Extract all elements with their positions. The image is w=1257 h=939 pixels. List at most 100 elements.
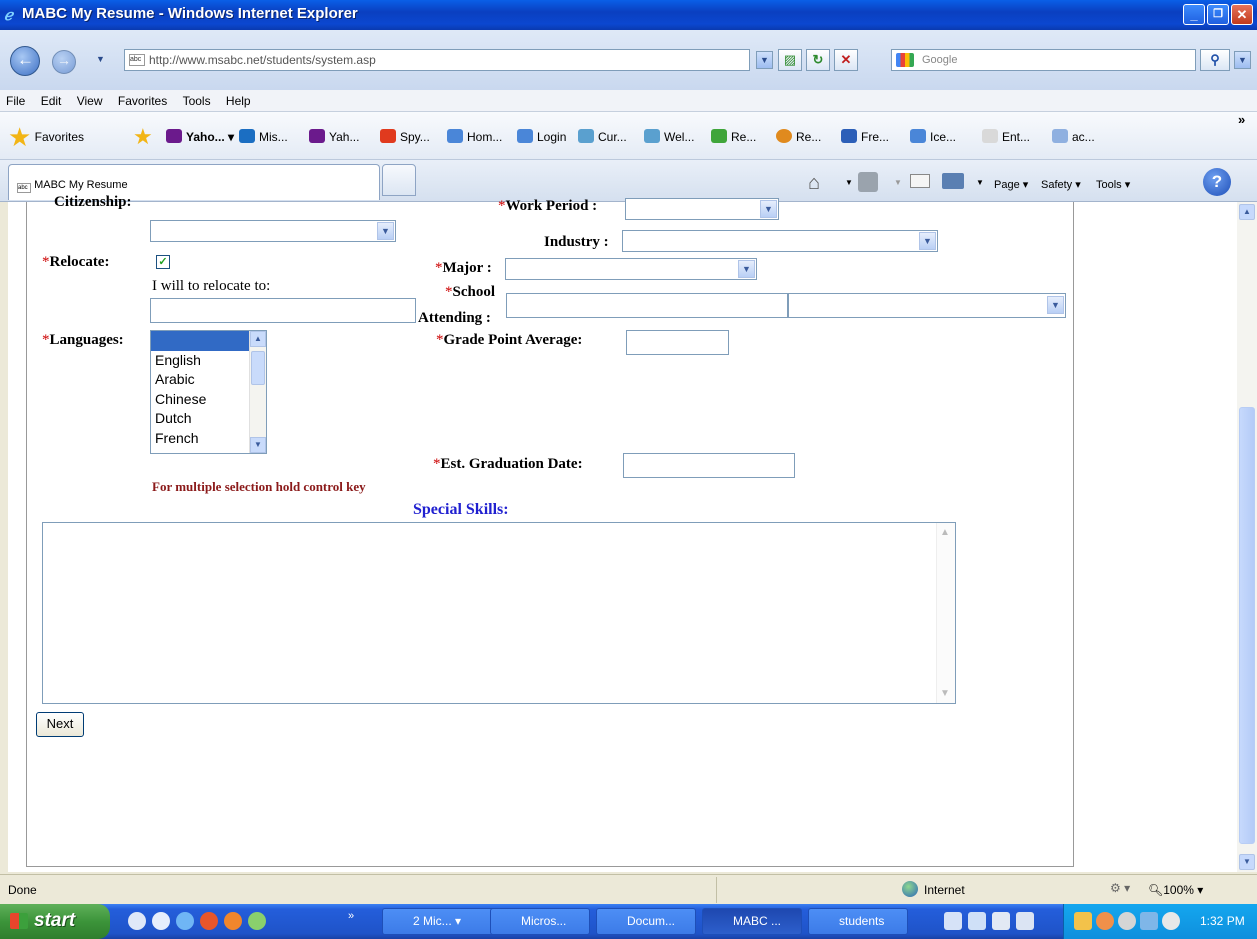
industry-select[interactable]: ▼	[622, 230, 938, 252]
fav-item-ice[interactable]: Ice...	[910, 129, 956, 144]
gpa-input[interactable]	[626, 330, 729, 355]
ie-page-icon	[517, 129, 533, 143]
menu-help[interactable]: Help	[220, 90, 257, 108]
quicklaunch-overflow-icon[interactable]: »	[348, 910, 354, 922]
tray-icon[interactable]	[1074, 912, 1092, 930]
search-button[interactable]: ⚲	[1200, 49, 1230, 71]
refresh-button[interactable]: ↻	[806, 49, 830, 71]
graduation-input[interactable]	[623, 453, 795, 478]
page-scrollbar[interactable]: ▲ ▼	[1237, 202, 1257, 872]
zoom-control[interactable]: 🔍︎100% ▾	[1148, 883, 1203, 897]
tray-icon[interactable]	[1140, 912, 1158, 930]
forward-button[interactable]: →	[52, 50, 76, 74]
next-button[interactable]: Next	[36, 712, 84, 737]
menu-view[interactable]: View	[71, 90, 109, 108]
page-menu[interactable]: Page ▾	[994, 178, 1028, 191]
print-icon[interactable]	[942, 173, 964, 189]
compat-view-icon: ▨	[783, 52, 797, 67]
help-icon[interactable]: ?	[1203, 168, 1231, 196]
minimize-button[interactable]: _	[1183, 4, 1205, 25]
relocate-checkbox[interactable]: ✓	[156, 255, 170, 269]
address-dropdown[interactable]: ▼	[756, 51, 773, 69]
zone-text: Internet	[924, 883, 965, 897]
taskbar-item-active[interactable]: MABC ...	[702, 908, 802, 935]
fav-item-wel[interactable]: Wel...	[644, 129, 694, 144]
rss-feed-icon[interactable]	[858, 172, 878, 192]
fav-item-yahoo[interactable]: Yaho... ▾	[166, 129, 234, 144]
taskbar-item[interactable]: 2 Mic... ▾	[382, 908, 502, 935]
fav-item-yah[interactable]: Yah...	[309, 129, 359, 144]
fav-item-hom[interactable]: Hom...	[447, 129, 502, 144]
school-select[interactable]: ▼	[788, 293, 1066, 318]
chat-icon[interactable]	[968, 912, 986, 930]
menu-file[interactable]: File	[0, 90, 31, 108]
ie-page-icon	[910, 129, 926, 143]
languages-listbox[interactable]: English Arabic Chinese Dutch French ▲ ▼	[150, 330, 267, 454]
add-favorite-icon[interactable]: ★	[133, 124, 153, 150]
new-tab-button[interactable]	[382, 164, 416, 196]
quicklaunch-icon[interactable]	[128, 912, 146, 930]
tool-icon[interactable]	[992, 912, 1010, 930]
fav-item-ent[interactable]: Ent...	[982, 129, 1030, 144]
compatibility-view-button[interactable]: ▨	[778, 49, 802, 71]
favorites-button[interactable]: ★ Favorites	[8, 122, 84, 153]
search-input[interactable]: Google	[891, 49, 1196, 71]
fav-item-ac[interactable]: ac...	[1052, 129, 1095, 144]
fav-item-fre[interactable]: Fre...	[841, 129, 889, 144]
tools-menu[interactable]: Tools ▾	[1096, 178, 1130, 191]
skills-scrollbar[interactable]: ▲ ▼	[936, 523, 955, 703]
work-period-select[interactable]: ▼	[625, 198, 779, 220]
home-icon[interactable]: ⌂	[808, 172, 820, 195]
fav-item-re2[interactable]: Re...	[776, 129, 821, 144]
required-mark: *	[436, 332, 444, 348]
fav-item-cur[interactable]: Cur...	[578, 129, 627, 144]
pen-icon[interactable]	[944, 912, 962, 930]
menu-tools[interactable]: Tools	[177, 90, 217, 108]
back-button[interactable]: ←	[10, 46, 40, 76]
quicklaunch-icon[interactable]	[248, 912, 266, 930]
quicklaunch-icon[interactable]	[224, 912, 242, 930]
mail-icon[interactable]	[910, 174, 930, 188]
fav-item-spy[interactable]: Spy...	[380, 129, 430, 144]
safety-menu[interactable]: Safety ▾	[1041, 178, 1081, 191]
restore-button[interactable]: ❐	[1207, 4, 1229, 25]
quicklaunch-icon[interactable]	[200, 912, 218, 930]
relocate-to-input[interactable]	[150, 298, 416, 323]
search-options-dropdown[interactable]: ▼	[1234, 51, 1251, 69]
fav-label: Wel...	[664, 130, 695, 144]
ie-icon[interactable]	[176, 912, 194, 930]
languages-scrollbar[interactable]: ▲ ▼	[249, 331, 266, 453]
menu-edit[interactable]: Edit	[35, 90, 68, 108]
favorites-overflow-icon[interactable]: »	[1238, 112, 1245, 127]
stop-button[interactable]: ✕	[834, 49, 858, 71]
home-dropdown-icon[interactable]: ▼	[845, 178, 853, 187]
page-scroll-thumb[interactable]	[1239, 407, 1255, 844]
fav-item-mis[interactable]: Mis...	[239, 129, 288, 144]
scroll-thumb[interactable]	[251, 351, 265, 385]
taskbar-item[interactable]: students	[808, 908, 908, 935]
tool-icon[interactable]	[1016, 912, 1034, 930]
school-input[interactable]	[506, 293, 788, 318]
special-skills-textarea[interactable]: ▲ ▼	[42, 522, 956, 704]
google-logo-icon	[896, 53, 914, 67]
work-period-label: *Work Period :	[498, 198, 597, 215]
menu-favorites[interactable]: Favorites	[112, 90, 173, 108]
feed-dropdown-icon[interactable]: ▼	[894, 178, 902, 187]
major-select[interactable]: ▼	[505, 258, 757, 280]
protected-mode-icon[interactable]: ⚙ ▾	[1110, 881, 1130, 895]
fav-item-re1[interactable]: Re...	[711, 129, 756, 144]
history-dropdown-icon[interactable]: ▼	[96, 54, 105, 64]
start-button[interactable]: start	[0, 904, 110, 939]
taskbar-item[interactable]: Micros...	[490, 908, 590, 935]
chevron-down-icon: ▼	[1047, 296, 1064, 314]
tray-icon[interactable]	[1162, 912, 1180, 930]
close-button[interactable]: ✕	[1231, 4, 1253, 25]
citizenship-select[interactable]: ▼	[150, 220, 396, 242]
quicklaunch-icon[interactable]	[152, 912, 170, 930]
print-dropdown-icon[interactable]: ▼	[976, 178, 984, 187]
fav-item-login[interactable]: Login	[517, 129, 566, 144]
address-input[interactable]: abc http://www.msabc.net/students/system…	[124, 49, 750, 71]
tray-icon[interactable]	[1096, 912, 1114, 930]
taskbar-item[interactable]: Docum...	[596, 908, 696, 935]
tray-icon[interactable]	[1118, 912, 1136, 930]
